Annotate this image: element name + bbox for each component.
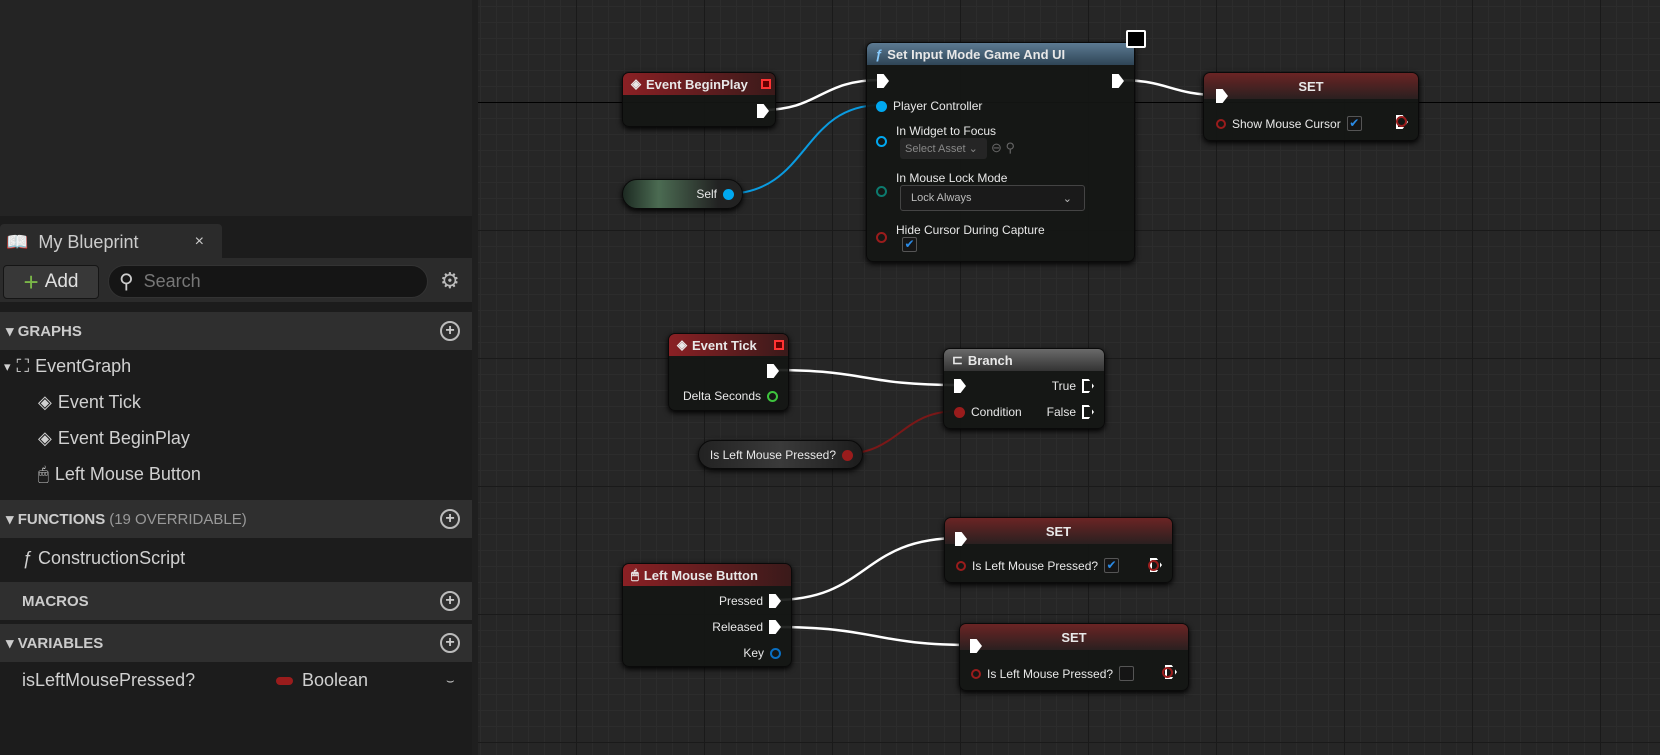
hide-cursor-checkbox[interactable]: ✔ xyxy=(902,237,917,252)
node-header: 🖱 Left Mouse Button xyxy=(623,564,791,586)
node-title: Left Mouse Button xyxy=(643,567,758,583)
node-set-input-mode[interactable]: ƒ Set Input Mode Game And UI Player Contr… xyxy=(866,30,1146,262)
pin-label: Self xyxy=(696,187,717,201)
pin-label: Player Controller xyxy=(893,99,983,113)
node-set-show-mouse-cursor[interactable]: SET Show Mouse Cursor ✔ xyxy=(1203,72,1419,141)
pin-label: Is Left Mouse Pressed? xyxy=(709,448,836,462)
object-pin-icon xyxy=(876,100,887,112)
dropdown-value: Lock Always xyxy=(911,192,972,204)
pin-label: Condition xyxy=(971,405,1022,419)
exec-out-pin[interactable] xyxy=(1112,74,1124,88)
bool-pin-icon[interactable] xyxy=(876,232,887,243)
pin-label: Released xyxy=(712,620,763,634)
node-title: Event BeginPlay xyxy=(646,76,748,92)
exec-out-icon xyxy=(1082,405,1094,419)
pin-is-left-mouse-pressed[interactable]: Is Left Mouse Pressed? ✔ xyxy=(956,558,1120,573)
pin-delta-seconds[interactable]: Delta Seconds xyxy=(683,389,778,403)
wire-exec xyxy=(773,536,961,602)
node-branch[interactable]: ⊏ Branch Condition True False xyxy=(943,348,1105,429)
pin-label: Is Left Mouse Pressed? xyxy=(972,558,1099,573)
self-pin[interactable]: Self xyxy=(696,187,734,201)
node-title: SET xyxy=(960,624,1188,650)
select-asset-dropdown[interactable]: Select Asset ⌄ xyxy=(900,138,987,159)
client-only-monitor-icon xyxy=(1126,30,1146,48)
bool-pin-icon xyxy=(956,560,966,571)
exec-in-pin[interactable] xyxy=(877,74,889,88)
chevron-down-icon: ⌄ xyxy=(1062,192,1072,205)
pin-label: Pressed xyxy=(718,594,763,608)
use-selected-icon[interactable]: ⊖ ⚲ xyxy=(991,140,1015,156)
node-event-beginplay[interactable]: ◈ Event BeginPlay xyxy=(622,72,776,127)
value-checkbox[interactable]: ✔ xyxy=(1104,558,1120,573)
delegate-pin-icon[interactable] xyxy=(774,340,784,350)
pin-pressed[interactable]: Pressed xyxy=(719,594,781,608)
node-header: ◈ Event BeginPlay xyxy=(623,73,775,95)
exec-out-icon xyxy=(769,594,781,608)
pin-label: Show Mouse Cursor xyxy=(1232,116,1341,131)
event-icon: ◈ xyxy=(631,76,641,91)
node-title: Branch xyxy=(967,352,1013,368)
float-pin-icon xyxy=(767,390,778,402)
bool-pin-icon xyxy=(971,668,981,679)
node-set-pressed-false[interactable]: SET Is Left Mouse Pressed? xyxy=(959,623,1189,691)
node-event-tick[interactable]: ◈ Event Tick Delta Seconds xyxy=(668,333,789,411)
bool-pin-icon xyxy=(954,406,965,418)
node-title: Set Input Mode Game And UI xyxy=(887,46,1066,62)
bool-out-pin-icon[interactable] xyxy=(1148,560,1159,571)
bool-pin-icon xyxy=(1216,118,1226,129)
value-checkbox[interactable]: ✔ xyxy=(1346,116,1362,131)
dropdown-value: Select Asset xyxy=(905,142,966,155)
node-header: ◈ Event Tick xyxy=(669,334,788,356)
pin-released[interactable]: Released xyxy=(712,620,781,634)
node-title: Event Tick xyxy=(692,337,757,353)
delegate-pin-icon[interactable] xyxy=(761,79,771,89)
node-header: ⊏ Branch xyxy=(944,349,1104,371)
pin-label: Hide Cursor During Capture xyxy=(896,223,1045,237)
mouse-icon: 🖱 xyxy=(631,567,639,582)
bool-pin-icon xyxy=(842,449,853,461)
pin-label: Is Left Mouse Pressed? xyxy=(987,666,1114,681)
struct-pin-icon xyxy=(770,647,781,659)
pin-false[interactable]: False xyxy=(1047,405,1094,419)
exec-in-pin[interactable] xyxy=(954,379,966,393)
bool-out-pin-icon[interactable] xyxy=(1396,116,1407,127)
variable-pin[interactable]: Is Left Mouse Pressed? xyxy=(710,448,853,462)
pin-is-left-mouse-pressed[interactable]: Is Left Mouse Pressed? xyxy=(971,666,1135,681)
lock-mode-dropdown[interactable]: Lock Always ⌄ xyxy=(900,185,1085,211)
pin-key[interactable]: Key xyxy=(743,646,781,660)
function-icon: ƒ xyxy=(875,46,883,62)
exec-out-icon xyxy=(1082,379,1094,393)
node-left-mouse-button[interactable]: 🖱 Left Mouse Button Pressed Released Key xyxy=(622,563,792,667)
node-set-pressed-true[interactable]: SET Is Left Mouse Pressed? ✔ xyxy=(944,517,1173,583)
pin-label: Key xyxy=(743,646,764,660)
node-self[interactable]: Self xyxy=(622,179,743,209)
node-title: SET xyxy=(1204,73,1418,99)
wire-exec xyxy=(771,368,959,387)
wire-exec xyxy=(761,78,882,112)
exec-out-icon xyxy=(769,620,781,634)
pin-show-mouse-cursor[interactable]: Show Mouse Cursor ✔ xyxy=(1216,116,1362,131)
node-header: ƒ Set Input Mode Game And UI xyxy=(867,43,1134,65)
object-pin-icon xyxy=(723,188,734,200)
value-checkbox[interactable] xyxy=(1119,666,1135,681)
wire-exec xyxy=(773,625,976,647)
branch-icon: ⊏ xyxy=(952,352,963,367)
exec-out-pin[interactable] xyxy=(767,364,779,378)
pin-label: True xyxy=(1051,379,1076,393)
pin-label: Delta Seconds xyxy=(682,389,761,403)
pin-label: False xyxy=(1046,405,1076,419)
widget-pin-icon[interactable] xyxy=(876,136,887,147)
pin-condition[interactable]: Condition xyxy=(954,405,1022,419)
node-get-is-left-mouse-pressed[interactable]: Is Left Mouse Pressed? xyxy=(698,440,863,469)
bool-out-pin-icon[interactable] xyxy=(1162,667,1173,678)
pin-true[interactable]: True xyxy=(1052,379,1094,393)
pin-player-controller[interactable]: Player Controller xyxy=(876,99,982,113)
exec-out-pin[interactable] xyxy=(757,104,769,118)
pin-label: In Widget to Focus xyxy=(896,124,997,138)
node-title: SET xyxy=(945,518,1172,544)
event-icon: ◈ xyxy=(677,337,687,352)
enum-pin-icon[interactable] xyxy=(876,186,887,197)
pin-label: In Mouse Lock Mode xyxy=(896,171,1008,185)
